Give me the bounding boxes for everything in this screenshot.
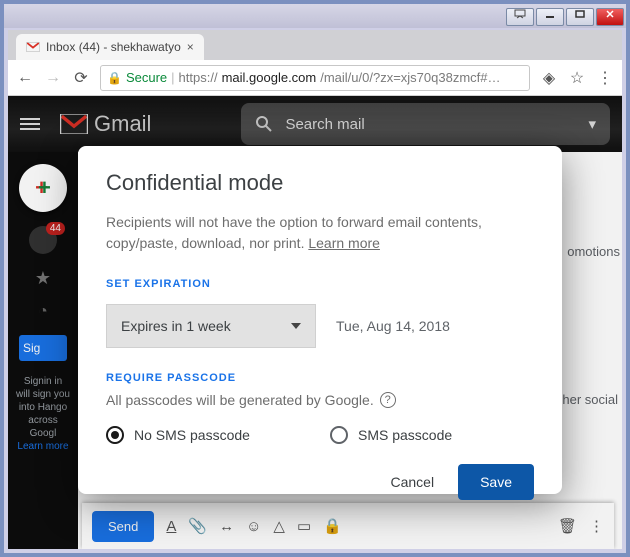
url-input[interactable]: 🔒 Secure | https:// mail.google.com/mail/… [100,65,530,91]
extension-icon[interactable]: ◈ [540,68,558,88]
gmail-favicon-icon [26,41,40,53]
window-maximize-button[interactable] [566,8,594,26]
radio-icon [330,426,348,444]
set-expiration-label: SET EXPIRATION [106,278,534,290]
browser-tab[interactable]: Inbox (44) - shekhawatyo × [16,34,204,60]
browser-window: Inbox (44) - shekhawatyo × ← → ⟳ 🔒 Secur… [8,30,622,549]
window-close-button[interactable] [596,8,624,26]
address-bar: ← → ⟳ 🔒 Secure | https:// mail.google.com… [8,60,622,96]
cancel-button[interactable]: Cancel [380,464,444,500]
dialog-title: Confidential mode [106,170,534,196]
no-sms-label: No SMS passcode [134,427,250,443]
confidential-mode-dialog: Confidential mode Recipients will not ha… [78,146,562,494]
url-domain: mail.google.com [222,70,317,85]
dialog-description: Recipients will not have the option to f… [106,212,534,254]
sms-label: SMS passcode [358,427,452,443]
require-passcode-label: REQUIRE PASSCODE [106,372,534,384]
window-titlebar [4,4,626,28]
sms-option[interactable]: SMS passcode [330,426,534,444]
help-icon[interactable]: ? [380,392,396,408]
passcode-description: All passcodes will be generated by Googl… [106,392,534,408]
tab-title: Inbox (44) - shekhawatyo [46,40,181,54]
window-dropdown-button[interactable] [506,8,534,26]
chevron-down-icon [291,323,301,329]
secure-label: Secure [126,70,167,85]
window-frame: Inbox (44) - shekhawatyo × ← → ⟳ 🔒 Secur… [0,0,630,557]
url-path: /mail/u/0/?zx=xjs70q38zmcf#… [320,70,500,85]
no-sms-option[interactable]: No SMS passcode [106,426,310,444]
expiration-value: Expires in 1 week [121,318,231,334]
save-button[interactable]: Save [458,464,534,500]
back-button[interactable]: ← [16,69,34,87]
tab-strip: Inbox (44) - shekhawatyo × [8,30,622,60]
learn-more-link[interactable]: Learn more [308,235,380,251]
bookmark-star-icon[interactable]: ☆ [568,68,586,88]
url-prefix: https:// [179,70,218,85]
radio-icon [106,426,124,444]
expiration-date: Tue, Aug 14, 2018 [336,318,450,334]
forward-button[interactable]: → [44,69,62,87]
browser-menu-icon[interactable]: ⋮ [596,68,614,88]
close-tab-icon[interactable]: × [187,40,194,54]
reload-button[interactable]: ⟳ [72,68,90,88]
dialog-actions: Cancel Save [106,444,534,500]
window-minimize-button[interactable] [536,8,564,26]
passcode-radio-group: No SMS passcode SMS passcode [106,426,534,444]
expiration-row: Expires in 1 week Tue, Aug 14, 2018 [106,304,534,348]
expiration-select[interactable]: Expires in 1 week [106,304,316,348]
lock-icon: 🔒 [107,71,122,85]
page-content: Gmail Search mail ▾ ++ 44 ★ ◔ S [8,96,622,549]
separator: | [171,70,174,85]
dialog-scrim: Confidential mode Recipients will not ha… [8,96,622,549]
